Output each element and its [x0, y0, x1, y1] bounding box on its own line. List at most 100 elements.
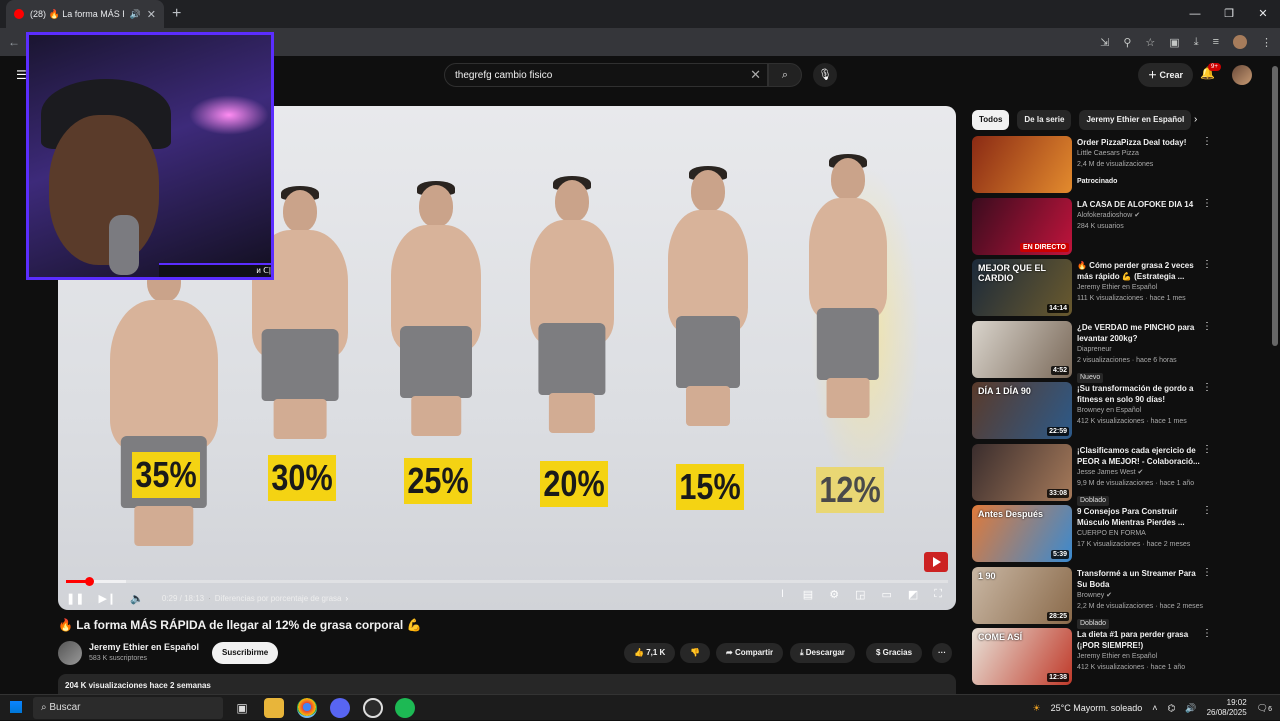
recommendation-item[interactable]: MEJOR QUE EL CARDIO 14:14 🔥 Cómo perder gr…: [972, 259, 1216, 321]
taskbar-search[interactable]: ⌕ Buscar: [33, 697, 223, 719]
recommendation-thumbnail[interactable]: COME ASÍ 12:38: [972, 628, 1072, 685]
clock[interactable]: 19:02 26/08/2025: [1207, 698, 1247, 718]
recommendation-thumbnail[interactable]: Antes Después 5:39: [972, 505, 1072, 562]
recommendation-item[interactable]: DÍA 1 DÍA 90 22:59 ¡Su transformación de g…: [972, 382, 1216, 444]
channel-name[interactable]: Jeremy Ethier en Español: [89, 642, 199, 652]
recommendation-item[interactable]: Antes Después 5:39 9 Consejos Para Constru…: [972, 505, 1216, 567]
profile-avatar[interactable]: [1233, 35, 1247, 49]
recommendation-title[interactable]: Order PizzaPizza Deal today!: [1077, 137, 1205, 148]
install-app-icon[interactable]: ⇲: [1100, 36, 1109, 49]
recommendation-title[interactable]: 9 Consejos Para Construir Músculo Mientr…: [1077, 506, 1205, 528]
more-options-icon[interactable]: ⋮: [1202, 567, 1212, 578]
scrubber-handle[interactable]: [84, 577, 94, 586]
channel-avatar[interactable]: [58, 641, 82, 665]
thanks-button[interactable]: $ Gracias: [866, 643, 923, 663]
recommendation-thumbnail[interactable]: [972, 136, 1072, 193]
subscribe-button[interactable]: Suscribirme: [212, 642, 279, 664]
chip-series[interactable]: De la serie: [1017, 110, 1072, 130]
pause-icon[interactable]: ❚❚: [66, 592, 84, 605]
recommendation-channel[interactable]: Jesse James West ✔: [1077, 467, 1205, 478]
channel-watermark-icon[interactable]: [924, 552, 948, 572]
restore-button[interactable]: ❐: [1212, 0, 1246, 28]
zoom-icon[interactable]: ⚲: [1123, 36, 1131, 49]
chip-channel[interactable]: Jeremy Ethier en Español: [1079, 110, 1192, 130]
recommendation-channel[interactable]: Diapreneur: [1077, 344, 1205, 355]
recommendation-item[interactable]: COME ASÍ 12:38 La dieta #1 para perder gra…: [972, 628, 1216, 690]
like-button[interactable]: 👍 7,1 K: [624, 643, 676, 663]
download-button[interactable]: ⤓ Descargar: [790, 643, 855, 663]
speaker-icon[interactable]: 🔊: [130, 9, 141, 20]
cast-icon[interactable]: ◩: [908, 588, 918, 601]
bookmark-star-icon[interactable]: ☆: [1145, 36, 1155, 49]
chapter-title[interactable]: Diferencias por porcentaje de grasa: [215, 594, 342, 603]
tray-overflow-icon[interactable]: ˄: [1152, 703, 1157, 713]
file-explorer-icon[interactable]: [264, 698, 284, 718]
discord-icon[interactable]: [330, 698, 350, 718]
account-avatar[interactable]: [1232, 65, 1252, 85]
close-window-button[interactable]: ✕: [1246, 0, 1280, 28]
more-options-icon[interactable]: ⋮: [1202, 136, 1212, 147]
more-options-icon[interactable]: ⋮: [1202, 321, 1212, 332]
recommendation-title[interactable]: La dieta #1 para perder grasa (¡POR SIEM…: [1077, 629, 1205, 651]
description-box[interactable]: 204 K visualizaciones hace 2 semanas: [58, 674, 956, 694]
browser-menu-icon[interactable]: ⋮: [1261, 36, 1272, 49]
subtitles-icon[interactable]: ▤: [803, 588, 813, 601]
recommendation-thumbnail[interactable]: 1 90 28:25: [972, 566, 1072, 624]
recommendation-thumbnail[interactable]: EN DIRECTO: [972, 197, 1072, 255]
page-scrollbar[interactable]: [1272, 66, 1278, 346]
recommendation-channel[interactable]: Alofokeradioshow ✔: [1077, 210, 1205, 221]
recommendation-thumbnail[interactable]: 33:08: [972, 443, 1072, 501]
recommendation-item[interactable]: 33:08 ¡Clasificamos cada ejercicio de PEO…: [972, 443, 1216, 506]
recommendation-thumbnail[interactable]: MEJOR QUE EL CARDIO 14:14: [972, 259, 1072, 316]
windows-start-icon[interactable]: [10, 701, 22, 713]
back-arrow-icon[interactable]: ←: [8, 35, 20, 49]
more-options-icon[interactable]: ⋮: [1202, 628, 1212, 639]
chapter-chevron-icon[interactable]: ›: [346, 594, 349, 603]
recommendation-channel[interactable]: Jeremy Ethier en Español: [1077, 282, 1205, 293]
create-button[interactable]: ＋ Crear: [1138, 63, 1194, 87]
recommendation-title[interactable]: Transformé a un Streamer Para Su Boda: [1077, 568, 1205, 590]
recommendation-item[interactable]: 4:52 ¿De VERDAD me PINCHO para levantar 2…: [972, 320, 1216, 383]
more-options-icon[interactable]: ⋮: [1202, 382, 1212, 393]
notification-center-icon[interactable]: 🗨6: [1257, 703, 1272, 714]
new-tab-button[interactable]: +: [172, 5, 181, 23]
more-options-icon[interactable]: ⋮: [1202, 198, 1212, 209]
recommendation-title[interactable]: ¡Su transformación de gordo a fitness en…: [1077, 383, 1205, 405]
more-options-icon[interactable]: ⋮: [1202, 444, 1212, 455]
chrome-icon[interactable]: [297, 698, 317, 718]
chips-next-icon[interactable]: ›: [1194, 114, 1197, 125]
spotify-icon[interactable]: [395, 698, 415, 718]
sidepanel-icon[interactable]: ▣: [1169, 36, 1179, 49]
recommendation-channel[interactable]: Jeremy Ethier en Español: [1077, 651, 1205, 662]
more-options-icon[interactable]: ⋮: [1202, 259, 1212, 270]
minimize-button[interactable]: —: [1178, 0, 1212, 28]
recommendation-item[interactable]: Order PizzaPizza Deal today! Little Caesa…: [972, 136, 1216, 198]
clear-search-icon[interactable]: ✕: [750, 67, 761, 83]
search-input[interactable]: thegrefg cambio fisico ✕: [444, 63, 768, 87]
video-progress-bar[interactable]: [66, 577, 948, 586]
tab-close-icon[interactable]: ✕: [147, 8, 156, 21]
recommendation-title[interactable]: LA CASA DE ALOFOKE DIA 14: [1077, 199, 1205, 210]
obs-icon[interactable]: [363, 698, 383, 718]
voice-search-button[interactable]: 🎙: [813, 63, 837, 87]
miniplayer-icon[interactable]: ◲: [855, 588, 865, 601]
dislike-button[interactable]: 👎: [680, 643, 710, 663]
volume-icon[interactable]: 🔈: [130, 592, 144, 605]
weather-text[interactable]: 25°C Mayorm. soleado: [1051, 703, 1143, 713]
recommendation-thumbnail[interactable]: DÍA 1 DÍA 90 22:59: [972, 382, 1072, 439]
more-actions-button[interactable]: ···: [932, 643, 952, 663]
browser-tab[interactable]: (28) 🔥 La forma MÁS RÁPID 🔊 ✕: [6, 0, 164, 28]
recommendation-item[interactable]: 1 90 28:25 Transformé a un Streamer Para S…: [972, 566, 1216, 629]
recommendation-channel[interactable]: Browney ✔: [1077, 590, 1205, 601]
more-options-icon[interactable]: ⋮: [1202, 505, 1212, 516]
theater-mode-icon[interactable]: ▭: [881, 588, 891, 601]
next-icon[interactable]: ▶❙: [98, 592, 116, 605]
share-button[interactable]: ➦ Compartir: [716, 643, 784, 663]
recommendation-channel[interactable]: CUERPO EN FORMA: [1077, 528, 1205, 539]
network-icon[interactable]: ⌬: [1168, 703, 1176, 714]
recommendation-channel[interactable]: Browney en Español: [1077, 405, 1205, 416]
recommendation-title[interactable]: 🔥 Cómo perder grasa 2 veces más rápido 💪…: [1077, 260, 1205, 282]
settings-gear-icon[interactable]: ⚙: [829, 588, 839, 601]
search-button[interactable]: ⌕: [768, 63, 802, 87]
fullscreen-icon[interactable]: ⛶: [934, 588, 942, 601]
